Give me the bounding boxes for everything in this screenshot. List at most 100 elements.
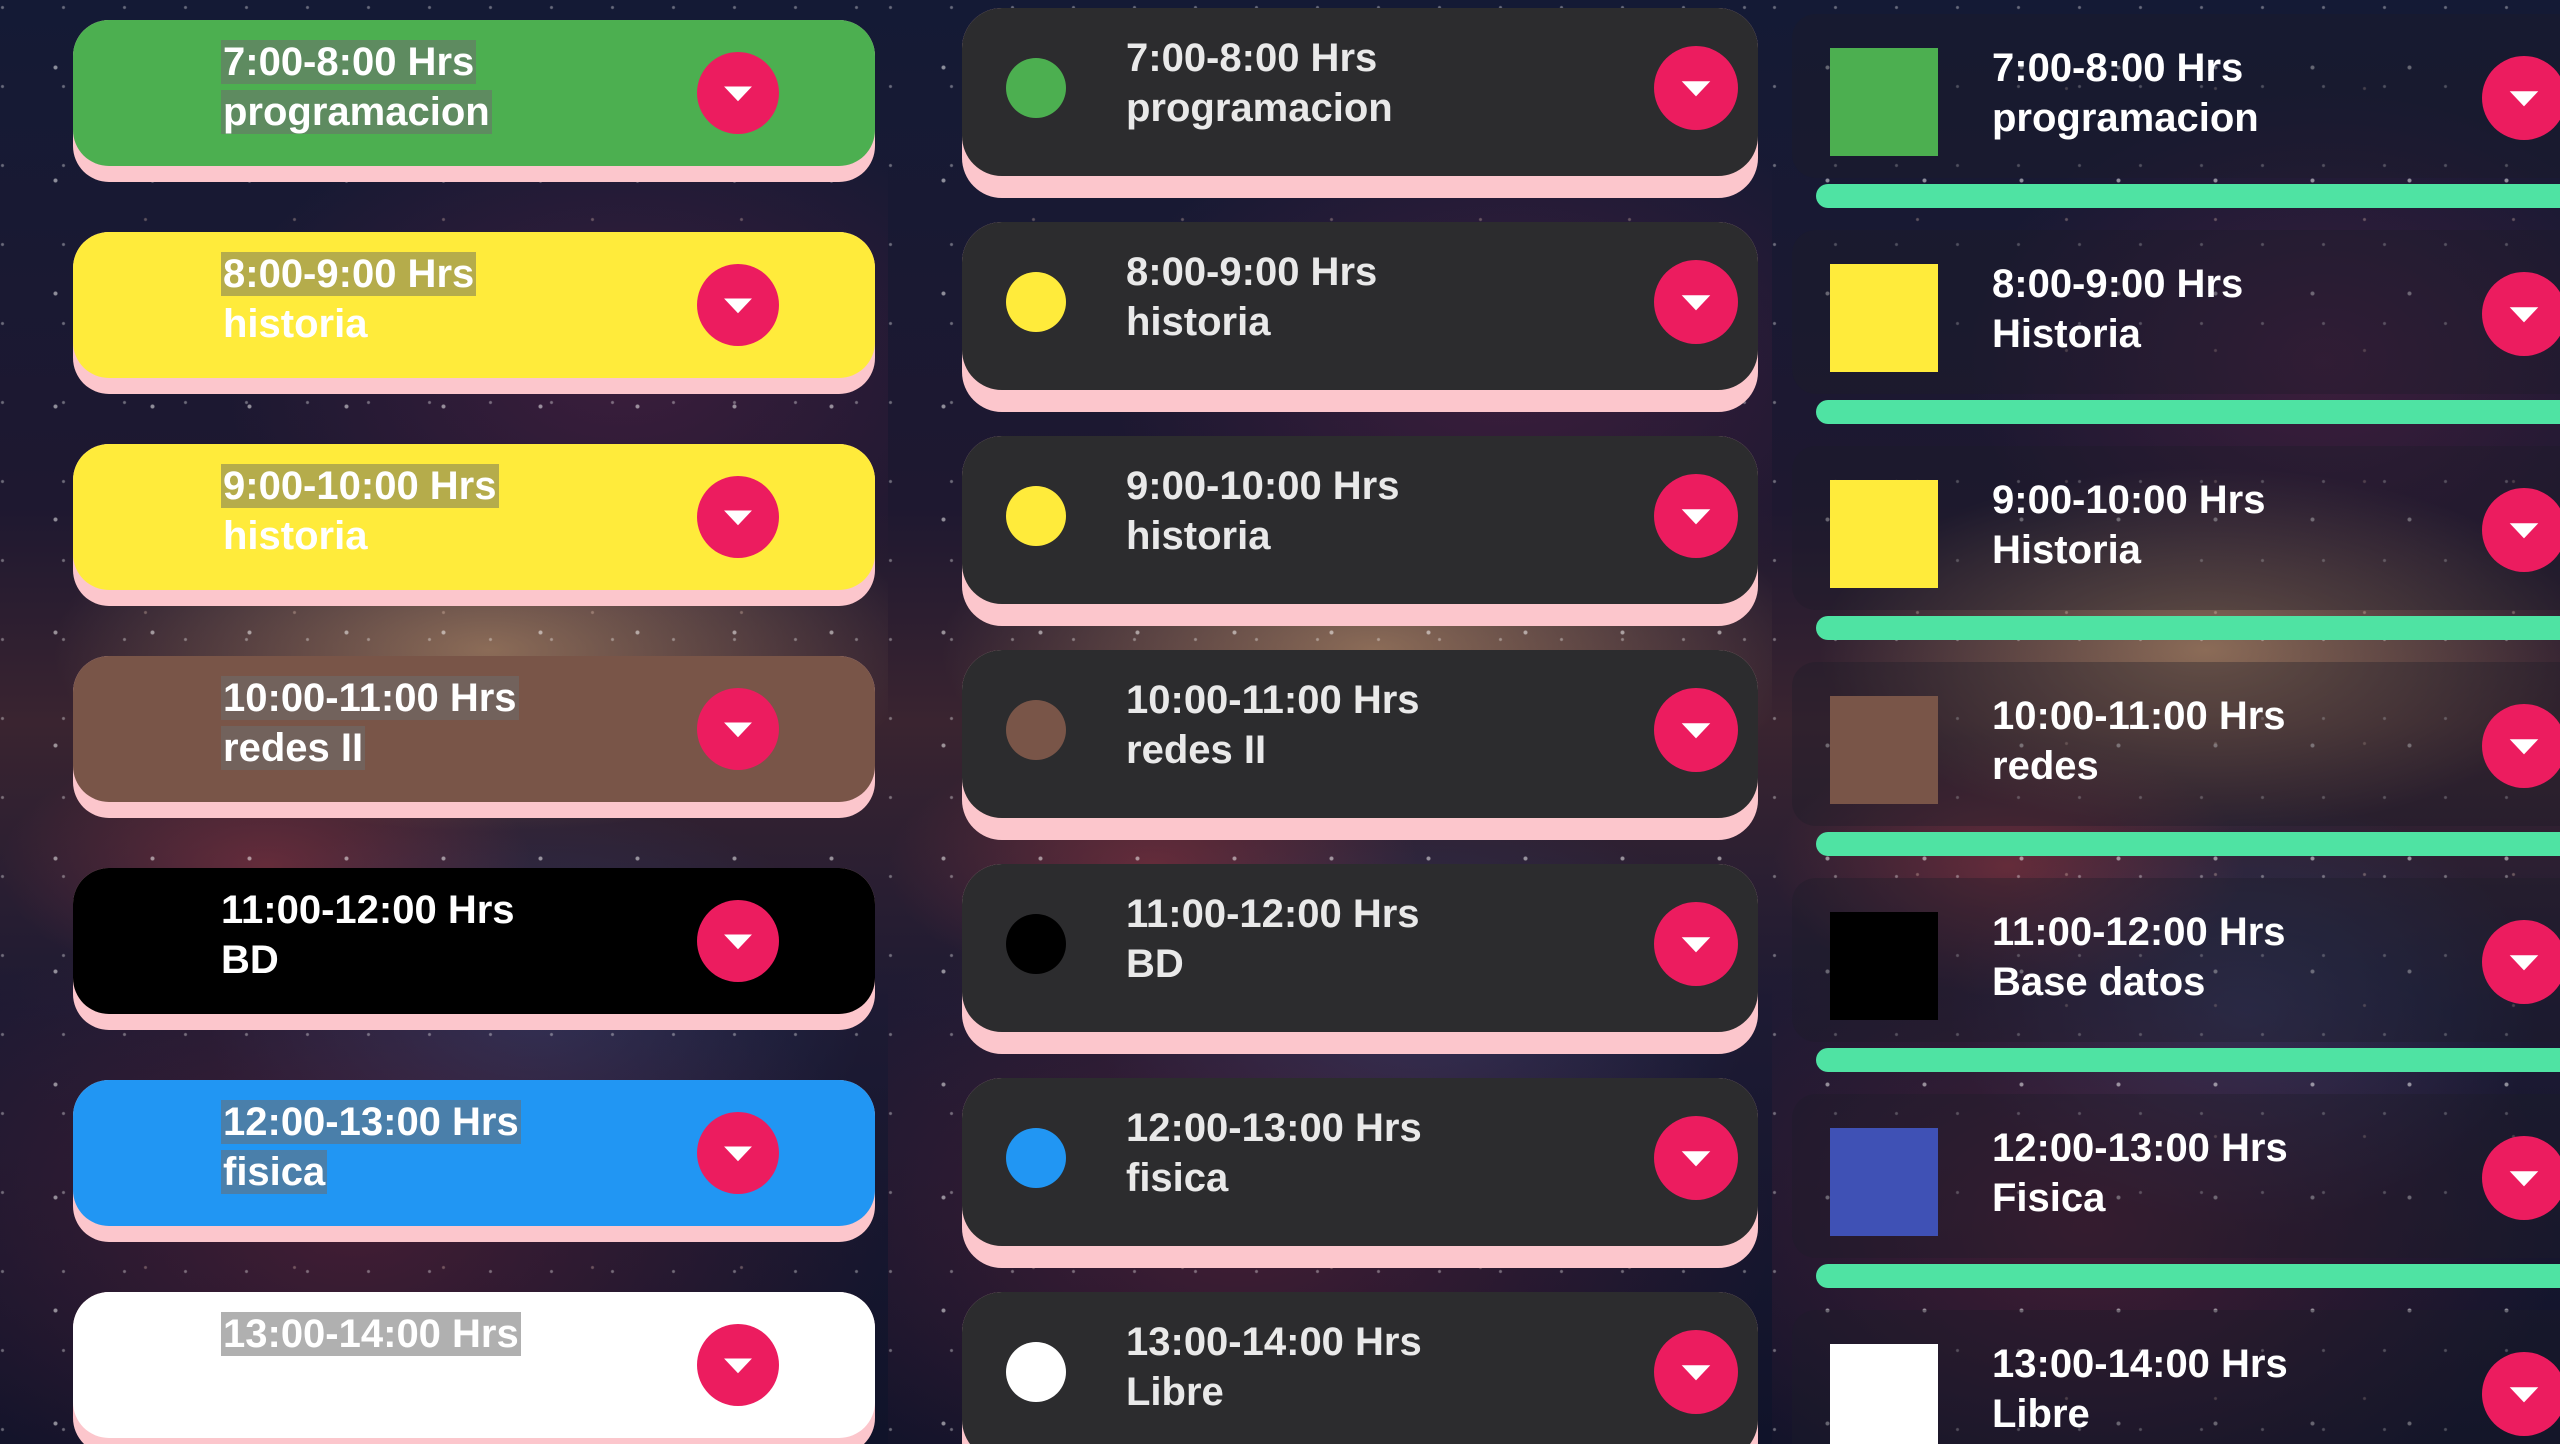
subject-name: programacion bbox=[221, 88, 492, 136]
subject-name: Base datos bbox=[1992, 960, 2206, 1004]
schedule-card[interactable]: 9:00-10:00 Hrs historia bbox=[73, 444, 875, 606]
expand-button[interactable] bbox=[697, 52, 779, 134]
schedule-row[interactable]: 11:00-12:00 Hrs Base datos bbox=[1792, 878, 2560, 1072]
color-dot bbox=[1006, 700, 1066, 760]
card-face bbox=[962, 1292, 1758, 1444]
subject-name-text: redes II bbox=[221, 726, 366, 770]
expand-button[interactable] bbox=[2482, 1136, 2560, 1220]
expand-button[interactable] bbox=[1654, 1116, 1738, 1200]
row-separator bbox=[1816, 1048, 2560, 1072]
time-range: 9:00-10:00 Hrs bbox=[1992, 478, 2266, 522]
expand-button[interactable] bbox=[1654, 474, 1738, 558]
panel-colored-cards: 7:00-8:00 Hrs programacion 8:00-9:00 Hrs hi… bbox=[0, 0, 888, 1444]
expand-button[interactable] bbox=[1654, 46, 1738, 130]
expand-button[interactable] bbox=[1654, 902, 1738, 986]
time-range-text: 9:00-10:00 Hrs bbox=[221, 464, 499, 508]
subject-name-text: historia bbox=[223, 302, 368, 346]
time-range: 11:00-12:00 Hrs bbox=[1126, 892, 1420, 936]
subject-name: Libre bbox=[1992, 1392, 2090, 1436]
chevron-down-icon bbox=[2509, 955, 2539, 971]
schedule-row[interactable]: 8:00-9:00 Hrs Historia bbox=[1792, 230, 2560, 424]
expand-button[interactable] bbox=[697, 1112, 779, 1194]
schedule-card[interactable]: 8:00-9:00 Hrs historia bbox=[962, 222, 1758, 412]
color-square bbox=[1830, 1128, 1938, 1236]
schedule-card[interactable]: 10:00-11:00 Hrs redes II bbox=[962, 650, 1758, 840]
time-range: 12:00-13:00 Hrs bbox=[1126, 1106, 1422, 1150]
chevron-down-icon bbox=[724, 1358, 752, 1374]
expand-button[interactable] bbox=[1654, 688, 1738, 772]
expand-button[interactable] bbox=[697, 1324, 779, 1406]
expand-button[interactable] bbox=[1654, 260, 1738, 344]
chevron-down-icon bbox=[2509, 307, 2539, 323]
expand-button[interactable] bbox=[2482, 488, 2560, 572]
expand-button[interactable] bbox=[1654, 1330, 1738, 1414]
schedule-row[interactable]: 10:00-11:00 Hrs redes bbox=[1792, 662, 2560, 856]
expand-button[interactable] bbox=[2482, 920, 2560, 1004]
subject-name: BD bbox=[1126, 942, 1184, 986]
schedule-card[interactable]: 13:00-14:00 Hrs bbox=[73, 1292, 875, 1444]
chevron-down-icon bbox=[724, 86, 752, 102]
time-range-text: 12:00-13:00 Hrs bbox=[221, 1100, 521, 1144]
time-range: 13:00-14:00 Hrs bbox=[1992, 1342, 2288, 1386]
schedule-card[interactable]: 8:00-9:00 Hrs historia bbox=[73, 232, 875, 394]
schedule-card[interactable]: 11:00-12:00 Hrs BD bbox=[962, 864, 1758, 1054]
chevron-down-icon bbox=[2509, 91, 2539, 107]
expand-button[interactable] bbox=[2482, 56, 2560, 140]
subject-name: redes bbox=[1992, 744, 2099, 788]
time-range: 10:00-11:00 Hrs bbox=[1126, 678, 1420, 722]
expand-button[interactable] bbox=[2482, 704, 2560, 788]
time-range-text: 13:00-14:00 Hrs bbox=[221, 1312, 521, 1356]
time-range: 8:00-9:00 Hrs bbox=[1992, 262, 2244, 306]
time-range-text: 10:00-11:00 Hrs bbox=[221, 676, 519, 720]
schedule-comparison: 7:00-8:00 Hrs programacion 8:00-9:00 Hrs hi… bbox=[0, 0, 2560, 1444]
schedule-card[interactable]: 7:00-8:00 Hrs programacion bbox=[962, 8, 1758, 198]
subject-name: historia bbox=[1126, 514, 1271, 558]
subject-name-text: fisica bbox=[221, 1150, 328, 1194]
expand-button[interactable] bbox=[697, 688, 779, 770]
time-range: 12:00-13:00 Hrs bbox=[1992, 1126, 2288, 1170]
subject-name: programacion bbox=[1126, 86, 1393, 130]
schedule-card[interactable]: 11:00-12:00 Hrs BD bbox=[73, 868, 875, 1030]
schedule-row[interactable]: 7:00-8:00 Hrs programacion bbox=[1792, 14, 2560, 208]
schedule-row[interactable]: 13:00-14:00 Hrs Libre bbox=[1792, 1310, 2560, 1444]
color-dot bbox=[1006, 486, 1066, 546]
schedule-card[interactable]: 9:00-10:00 Hrs historia bbox=[962, 436, 1758, 626]
subject-name: historia bbox=[221, 300, 369, 348]
schedule-row[interactable]: 12:00-13:00 Hrs Fisica bbox=[1792, 1094, 2560, 1288]
subject-name: historia bbox=[1126, 300, 1271, 344]
schedule-card[interactable]: 12:00-13:00 Hrs fisica bbox=[73, 1080, 875, 1242]
chevron-down-icon bbox=[724, 722, 752, 738]
time-range: 13:00-14:00 Hrs bbox=[221, 1310, 521, 1358]
time-range-text: 11:00-12:00 Hrs bbox=[221, 888, 515, 932]
time-range: 9:00-10:00 Hrs bbox=[221, 462, 499, 510]
color-dot bbox=[1006, 272, 1066, 332]
subject-name: Historia bbox=[1992, 528, 2141, 572]
expand-button[interactable] bbox=[697, 476, 779, 558]
chevron-down-icon bbox=[1681, 1151, 1711, 1167]
color-dot bbox=[1006, 58, 1066, 118]
subject-name: fisica bbox=[221, 1148, 328, 1196]
subject-name-text: BD bbox=[221, 938, 279, 982]
color-square bbox=[1830, 48, 1938, 156]
color-square bbox=[1830, 696, 1938, 804]
time-range: 7:00-8:00 Hrs bbox=[1126, 36, 1378, 80]
subject-name: Libre bbox=[1126, 1370, 1224, 1414]
expand-button[interactable] bbox=[697, 900, 779, 982]
schedule-card[interactable]: 12:00-13:00 Hrs fisica bbox=[962, 1078, 1758, 1268]
schedule-card[interactable]: 10:00-11:00 Hrs redes II bbox=[73, 656, 875, 818]
schedule-card[interactable]: 7:00-8:00 Hrs programacion bbox=[73, 20, 875, 182]
time-range: 12:00-13:00 Hrs bbox=[221, 1098, 521, 1146]
time-range-text: 8:00-9:00 Hrs bbox=[221, 252, 477, 296]
subject-name: fisica bbox=[1126, 1156, 1229, 1200]
subject-name: Historia bbox=[1992, 312, 2141, 356]
time-range: 11:00-12:00 Hrs bbox=[1992, 910, 2286, 954]
chevron-down-icon bbox=[2509, 739, 2539, 755]
chevron-down-icon bbox=[2509, 1387, 2539, 1403]
schedule-row[interactable]: 9:00-10:00 Hrs Historia bbox=[1792, 446, 2560, 640]
expand-button[interactable] bbox=[2482, 272, 2560, 356]
chevron-down-icon bbox=[2509, 1171, 2539, 1187]
chevron-down-icon bbox=[1681, 723, 1711, 739]
schedule-card[interactable]: 13:00-14:00 Hrs Libre bbox=[962, 1292, 1758, 1444]
expand-button[interactable] bbox=[2482, 1352, 2560, 1436]
expand-button[interactable] bbox=[697, 264, 779, 346]
